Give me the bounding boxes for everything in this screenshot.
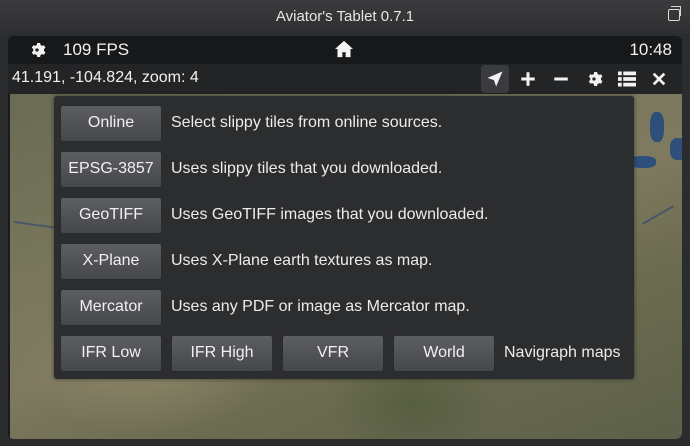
geotiff-description: Uses GeoTIFF images that you downloaded. bbox=[171, 206, 489, 223]
minus-icon bbox=[554, 77, 568, 81]
ifr-high-button[interactable]: IFR High bbox=[171, 334, 273, 372]
map-source-menu: Online Select slippy tiles from online s… bbox=[54, 96, 634, 379]
navigation-arrow-icon bbox=[487, 71, 503, 87]
epsg-3857-button[interactable]: EPSG-3857 bbox=[60, 150, 162, 188]
list-view-button[interactable] bbox=[613, 65, 641, 93]
map-lake bbox=[650, 112, 664, 142]
map-source-row: X-Plane Uses X-Plane earth textures as m… bbox=[60, 242, 432, 280]
ifr-low-button[interactable]: IFR Low bbox=[60, 334, 162, 372]
map-source-row: Online Select slippy tiles from online s… bbox=[60, 104, 442, 142]
map-source-row: Mercator Uses any PDF or image as Mercat… bbox=[60, 288, 470, 326]
fps-counter: 109 FPS bbox=[63, 40, 130, 59]
title-bar: Aviator's Tablet 0.7.1 bbox=[0, 0, 690, 34]
map-source-row: GeoTIFF Uses GeoTIFF images that you dow… bbox=[60, 196, 489, 234]
map-lake bbox=[670, 138, 682, 160]
geotiff-button[interactable]: GeoTIFF bbox=[60, 196, 162, 234]
online-description: Select slippy tiles from online sources. bbox=[171, 114, 443, 131]
map-coordinates: 41.191, -104.824, zoom: 4 bbox=[12, 69, 199, 86]
zoom-in-button[interactable] bbox=[514, 65, 542, 93]
plus-icon bbox=[521, 72, 535, 86]
mercator-description: Uses any PDF or image as Mercator map. bbox=[171, 298, 470, 315]
map-settings-button[interactable] bbox=[580, 65, 608, 93]
status-bar: 109 FPS 10:48 bbox=[8, 36, 682, 64]
list-icon bbox=[618, 71, 636, 87]
online-button[interactable]: Online bbox=[60, 104, 162, 142]
x-plane-button[interactable]: X-Plane bbox=[60, 242, 162, 280]
window-title: Aviator's Tablet 0.7.1 bbox=[275, 8, 415, 25]
gear-icon bbox=[588, 71, 603, 87]
zoom-out-button[interactable] bbox=[547, 65, 575, 93]
world-button[interactable]: World bbox=[393, 334, 495, 372]
navigraph-row: IFR Low IFR High VFR World Navigraph map… bbox=[60, 334, 621, 372]
epsg-3857-description: Uses slippy tiles that you downloaded. bbox=[171, 160, 443, 177]
navigraph-label: Navigraph maps bbox=[504, 344, 621, 361]
vfr-button[interactable]: VFR bbox=[282, 334, 384, 372]
map-source-row: EPSG-3857 Uses slippy tiles that you dow… bbox=[60, 150, 442, 188]
mercator-button[interactable]: Mercator bbox=[60, 288, 162, 326]
restore-window-button[interactable] bbox=[668, 6, 681, 21]
settings-gear-icon[interactable] bbox=[28, 41, 46, 64]
x-plane-description: Uses X-Plane earth textures as map. bbox=[171, 252, 433, 269]
close-icon bbox=[652, 72, 666, 86]
map-river bbox=[641, 205, 675, 225]
map-river bbox=[14, 220, 58, 230]
clock: 10:48 bbox=[629, 40, 672, 59]
home-icon[interactable] bbox=[334, 40, 354, 63]
locate-button[interactable] bbox=[481, 65, 509, 93]
close-button[interactable] bbox=[645, 65, 673, 93]
map-toolbar: 41.191, -104.824, zoom: 4 bbox=[8, 64, 682, 94]
